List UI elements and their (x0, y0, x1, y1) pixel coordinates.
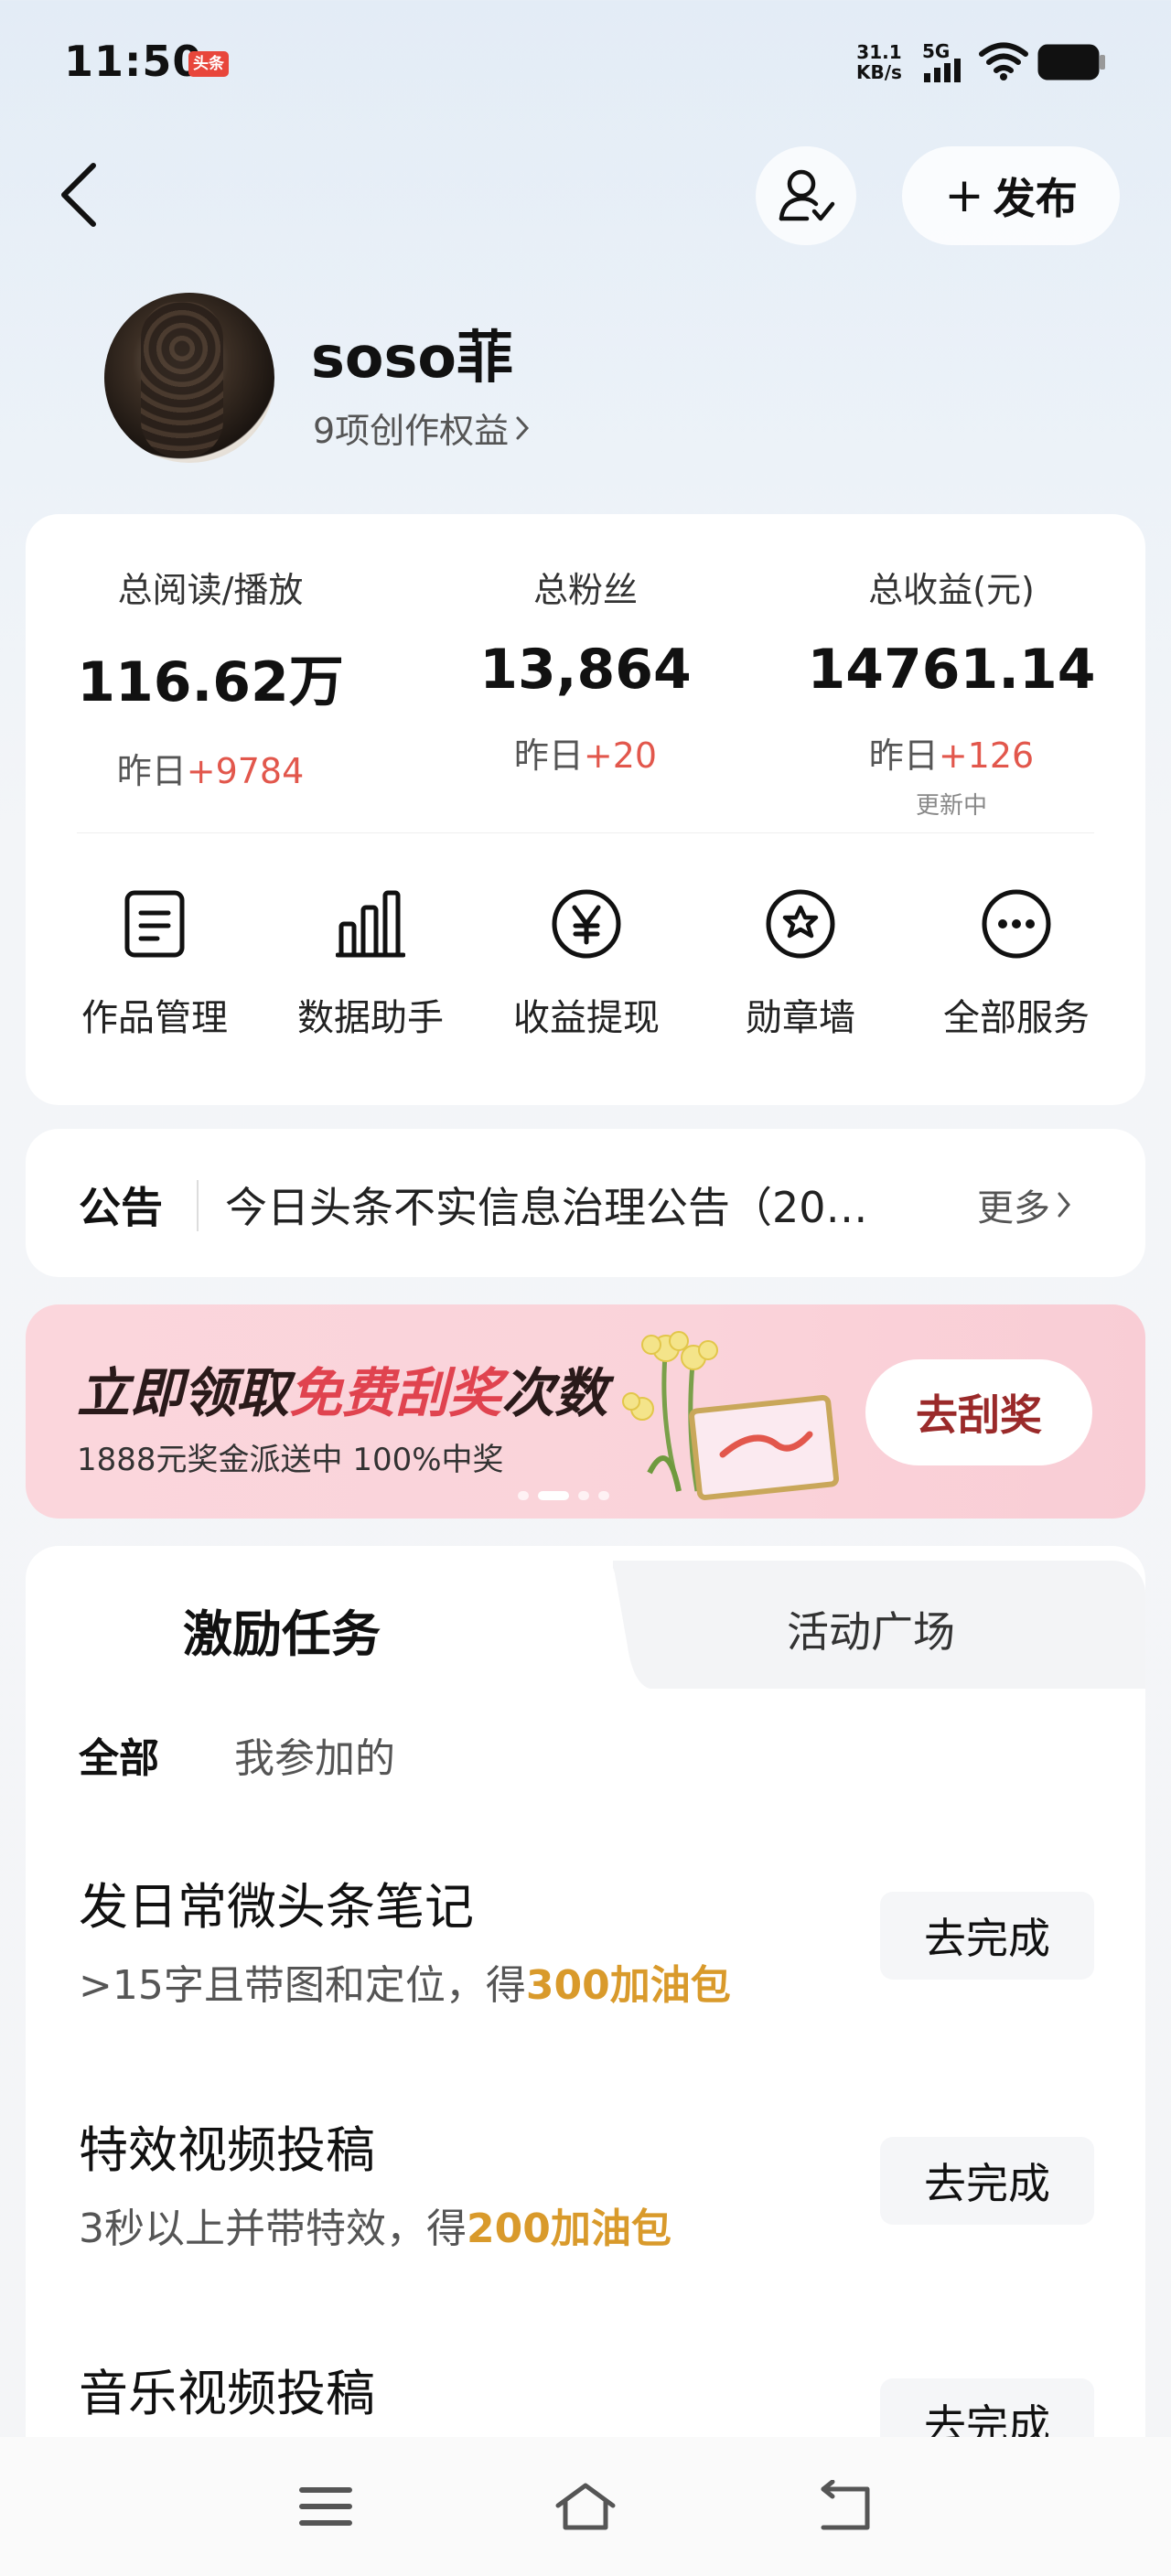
net-speed-value: 31.1 (856, 41, 902, 63)
plus-icon: + (944, 168, 984, 223)
tool-label: 全部服务 (943, 997, 1090, 1039)
tool-data-assistant[interactable]: 数据助手 (274, 887, 467, 1041)
notice-text[interactable]: 今日头条不实信息治理公告（20… (225, 1175, 920, 1235)
tool-all-services[interactable]: 全部服务 (920, 887, 1112, 1041)
stat-delta-value: +20 (583, 735, 658, 776)
stat-delta-prefix: 昨日 (116, 751, 187, 791)
carousel-dots (518, 1491, 609, 1500)
publish-button[interactable]: + 发布 (902, 146, 1120, 245)
banner-title-highlight: 免费刮奖 (289, 1362, 502, 1424)
task-complete-button[interactable]: 去完成 (880, 1892, 1094, 1980)
publish-label: 发布 (993, 174, 1078, 223)
tab-incentive-tasks[interactable]: 激励任务 (183, 1594, 381, 1666)
menu-icon (299, 2487, 352, 2526)
document-icon (124, 890, 185, 958)
stat-delta-value: +126 (938, 735, 1035, 776)
tool-label: 作品管理 (81, 997, 228, 1039)
tab-curve (567, 1546, 650, 1692)
avatar[interactable] (104, 293, 274, 463)
stat-total-reads[interactable]: 总阅读/播放 116.62万 昨日+9784 (64, 562, 357, 793)
yuan-icon (552, 889, 621, 959)
divider (77, 832, 1094, 833)
badge-icon (766, 889, 835, 959)
carousel-dot (518, 1491, 529, 1500)
return-icon (821, 2480, 870, 2530)
battery-icon (1037, 44, 1105, 80)
scratch-prize-button[interactable]: 去刮奖 (865, 1359, 1092, 1465)
back-nav-button[interactable] (809, 2479, 882, 2534)
stat-delta-prefix: 昨日 (513, 735, 584, 776)
net-speed: 31.1 KB/s (856, 42, 902, 82)
task-desc-text: >15字且带图和定位，得 (79, 1962, 526, 2009)
carousel-dot-active (538, 1491, 569, 1500)
task-desc: 3秒以上并带特效，得200加油包 (79, 2195, 671, 2254)
more-icon (982, 889, 1051, 959)
tool-works-management[interactable]: 作品管理 (59, 887, 251, 1041)
creator-rights-label: 9项创作权益 (313, 411, 510, 451)
stat-delta: 昨日+9784 (64, 743, 357, 793)
banner-title: 立即领取免费刮奖次数 (77, 1350, 607, 1427)
task-reward: 300加油包 (525, 1962, 731, 2009)
banner-subtitle: 1888元奖金派送中 100%中奖 (77, 1442, 504, 1478)
tool-label: 勋章墙 (746, 997, 855, 1039)
username: soso菲 (311, 324, 513, 391)
carousel-dot (578, 1491, 589, 1500)
home-button[interactable] (549, 2479, 622, 2534)
tab-activity-square[interactable]: 活动广场 (787, 1599, 955, 1659)
task-title: 发日常微头条笔记 (79, 1878, 474, 1936)
task-desc-text: 3秒以上并带特效，得 (79, 2206, 467, 2252)
task-complete-button[interactable]: 去完成 (880, 2137, 1094, 2225)
tool-income-withdraw[interactable]: 收益提现 (490, 887, 682, 1041)
filter-all[interactable]: 全部 (79, 1725, 159, 1784)
task-title: 特效视频投稿 (79, 2121, 375, 2179)
stat-delta-prefix: 昨日 (868, 735, 939, 776)
status-time: 11:50 (64, 37, 203, 86)
stat-delta-value: +9784 (186, 751, 305, 791)
notice-title: 公告 (79, 1183, 163, 1232)
stat-label: 总阅读/播放 (117, 570, 304, 610)
stat-value: 13,864 (479, 638, 692, 702)
creator-rights-link[interactable]: 9项创作权益 (313, 402, 531, 453)
notice-divider (197, 1180, 199, 1231)
stat-total-income[interactable]: 总收益(元) 14761.14 昨日+126 更新中 (796, 562, 1107, 821)
carousel-dot (598, 1491, 609, 1500)
tool-label: 收益提现 (513, 997, 660, 1039)
task-title: 音乐视频投稿 (79, 2365, 375, 2422)
wifi-icon (979, 42, 1028, 80)
stat-label: 总收益(元) (868, 570, 1035, 610)
stat-updating-note: 更新中 (915, 792, 987, 820)
back-button[interactable] (51, 154, 106, 236)
signal-icon (924, 59, 961, 82)
task-reward: 200加油包 (467, 2206, 671, 2252)
banner-title-post: 次数 (501, 1362, 608, 1424)
banner-title-pre: 立即领取 (77, 1362, 290, 1424)
profile-switch-button[interactable] (756, 146, 856, 245)
bar-chart-icon (336, 890, 405, 958)
stat-delta: 昨日+126 (796, 727, 1107, 778)
net-speed-unit: KB/s (856, 61, 902, 83)
stat-value: 116.62万 (77, 650, 344, 714)
tool-badge-wall[interactable]: 勋章墙 (704, 887, 897, 1041)
filter-joined[interactable]: 我参加的 (234, 1725, 395, 1784)
flower-card-illustration (622, 1331, 840, 1500)
tool-label: 数据助手 (297, 997, 444, 1039)
home-icon (555, 2483, 616, 2530)
stat-label: 总粉丝 (532, 570, 638, 610)
chevron-right-icon (1058, 1192, 1070, 1218)
back-arrow-icon (61, 163, 96, 227)
task-desc: >15字且带图和定位，得300加油包 (79, 1952, 731, 2011)
stat-value: 14761.14 (807, 638, 1096, 702)
app-badge: 头条 (188, 51, 229, 77)
notice-more-label: 更多 (977, 1187, 1050, 1229)
menu-button[interactable] (289, 2479, 362, 2534)
notice-more-link[interactable]: 更多 (977, 1178, 1072, 1231)
stat-delta: 昨日+20 (439, 727, 732, 778)
stat-total-fans[interactable]: 总粉丝 13,864 昨日+20 (439, 562, 732, 778)
chevron-right-icon (516, 416, 530, 439)
user-check-icon (779, 169, 835, 221)
